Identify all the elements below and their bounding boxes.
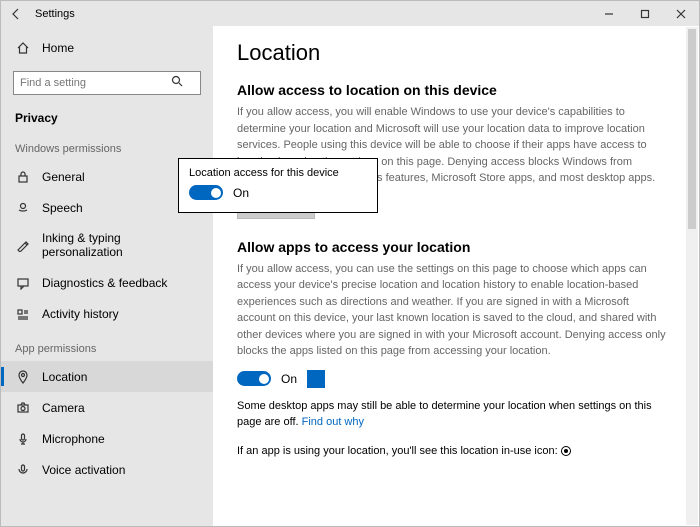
home-nav[interactable]: Home xyxy=(1,32,213,63)
sidebar-item-location[interactable]: Location xyxy=(1,361,213,392)
in-use-note: If an app is using your location, you'll… xyxy=(237,443,667,460)
location-icon xyxy=(15,369,30,384)
sidebar-item-label: General xyxy=(42,170,85,184)
sidebar-item-label: Voice activation xyxy=(42,463,125,477)
sidebar-item-diagnostics[interactable]: Diagnostics & feedback xyxy=(1,267,213,298)
page-title: Location xyxy=(237,40,679,66)
back-button[interactable] xyxy=(1,8,31,20)
home-label: Home xyxy=(42,41,74,55)
device-location-toggle-state: On xyxy=(233,186,249,200)
sidebar-item-microphone[interactable]: Microphone xyxy=(1,423,213,454)
sidebar-item-voice-activation[interactable]: Voice activation xyxy=(1,454,213,485)
sidebar-item-label: Diagnostics & feedback xyxy=(42,276,167,290)
sidebar-item-camera[interactable]: Camera xyxy=(1,392,213,423)
section-allow-apps-title: Allow apps to access your location xyxy=(237,239,679,255)
popup-title: Location access for this device xyxy=(189,167,367,179)
voice-icon xyxy=(15,462,30,477)
location-access-popup: Location access for this device On xyxy=(178,158,378,213)
microphone-icon xyxy=(15,431,30,446)
app-title: Settings xyxy=(31,8,75,20)
home-icon xyxy=(15,40,30,55)
section-allow-device-title: Allow access to location on this device xyxy=(237,82,679,98)
sidebar-item-label: Inking & typing personalization xyxy=(42,231,199,259)
group-app-permissions: App permissions xyxy=(1,337,213,361)
feedback-icon xyxy=(15,275,30,290)
category-label: Privacy xyxy=(1,105,213,137)
sidebar-item-label: Microphone xyxy=(42,432,105,446)
scrollbar[interactable] xyxy=(686,27,698,525)
sidebar-item-label: Location xyxy=(42,370,87,384)
history-icon xyxy=(15,306,30,321)
apps-location-toggle[interactable] xyxy=(237,371,271,386)
device-location-toggle[interactable] xyxy=(189,185,223,200)
minimize-button[interactable] xyxy=(591,1,627,26)
windows-logo-icon xyxy=(307,370,325,388)
lock-icon xyxy=(15,169,30,184)
search-icon xyxy=(171,75,183,90)
find-out-why-link[interactable]: Find out why xyxy=(302,416,364,428)
content-pane: Location Allow access to location on thi… xyxy=(213,26,699,526)
scrollbar-thumb[interactable] xyxy=(688,29,696,229)
sidebar: Home Privacy Windows permissions General… xyxy=(1,26,213,526)
desktop-apps-note: Some desktop apps may still be able to d… xyxy=(237,398,667,431)
apps-location-toggle-state: On xyxy=(281,372,297,386)
sidebar-item-label: Activity history xyxy=(42,307,119,321)
location-in-use-icon xyxy=(561,446,571,456)
close-button[interactable] xyxy=(663,1,699,26)
maximize-button[interactable] xyxy=(627,1,663,26)
sidebar-item-label: Camera xyxy=(42,401,85,415)
speech-icon xyxy=(15,200,30,215)
pen-icon xyxy=(15,238,30,253)
sidebar-item-activity-history[interactable]: Activity history xyxy=(1,298,213,329)
sidebar-item-label: Speech xyxy=(42,201,83,215)
section-allow-apps-desc: If you allow access, you can use the set… xyxy=(237,261,667,360)
camera-icon xyxy=(15,400,30,415)
sidebar-item-inking[interactable]: Inking & typing personalization xyxy=(1,223,213,267)
